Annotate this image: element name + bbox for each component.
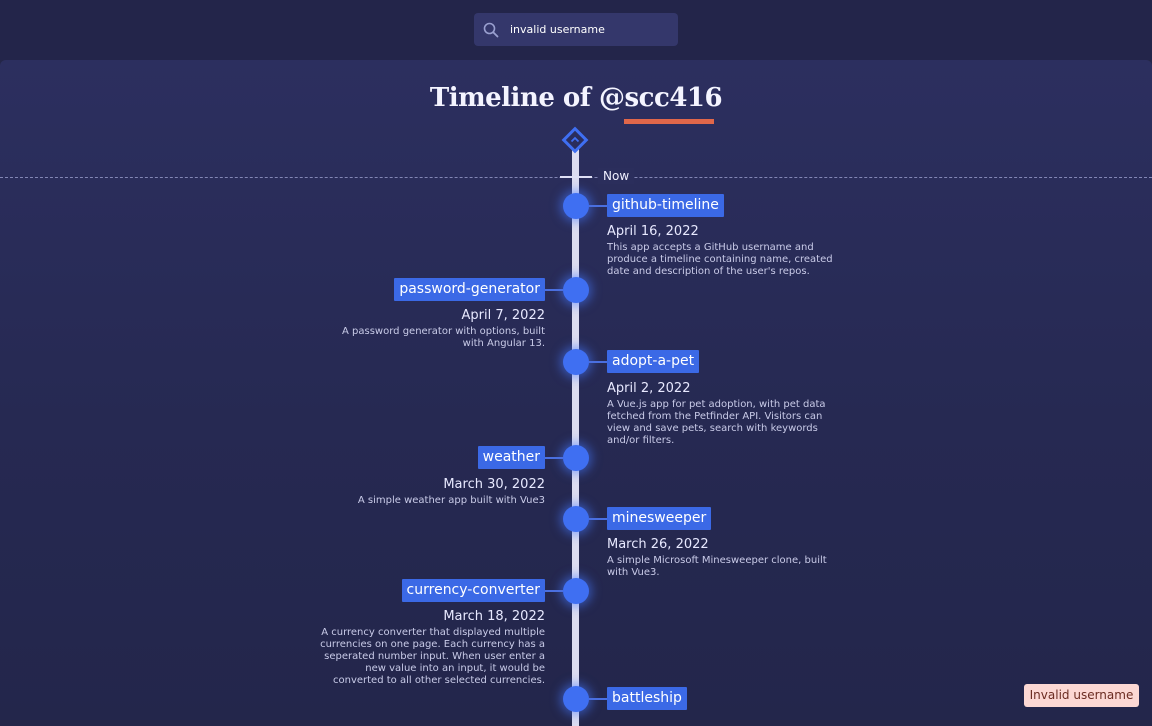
timeline-connector xyxy=(545,590,563,592)
timeline-connector xyxy=(589,518,607,520)
repo-date: April 7, 2022 xyxy=(461,308,545,323)
repo-tag[interactable]: minesweeper xyxy=(607,507,712,530)
repo-tag[interactable]: adopt-a-pet xyxy=(607,350,700,373)
page-title: Timeline of @scc416 xyxy=(0,83,1152,113)
repo-tag[interactable]: currency-converter xyxy=(401,579,545,602)
search-input[interactable] xyxy=(504,13,674,46)
timeline-node xyxy=(563,349,589,375)
timeline-node xyxy=(563,686,589,712)
repo-tag[interactable]: battleship xyxy=(607,687,687,710)
top-bar xyxy=(0,0,1152,60)
repo-description: A password generator with options, built… xyxy=(342,326,545,349)
timeline-node xyxy=(563,193,589,219)
title-handle: @scc416 xyxy=(599,83,723,113)
error-toast: Invalid username xyxy=(1024,684,1139,707)
repo-date: April 2, 2022 xyxy=(607,381,691,396)
timeline-connector xyxy=(545,457,563,459)
title-prefix: Timeline of xyxy=(429,83,600,113)
timeline-node xyxy=(563,277,589,303)
repo-tag[interactable]: github-timeline xyxy=(607,194,724,217)
repo-description: A Vue.js app for pet adoption, with pet … xyxy=(607,399,826,446)
timeline-connector xyxy=(589,361,607,363)
repo-tag[interactable]: weather xyxy=(477,446,545,469)
repo-description: A currency converter that displayed mult… xyxy=(320,627,545,686)
now-tick xyxy=(560,176,592,178)
timeline-connector xyxy=(589,698,607,700)
now-label: Now xyxy=(598,168,635,184)
timeline-spine xyxy=(572,146,579,726)
timeline-node xyxy=(563,578,589,604)
repo-description: A simple Microsoft Minesweeper clone, bu… xyxy=(607,555,827,578)
repo-tag[interactable]: password-generator xyxy=(394,278,545,301)
repo-date: March 18, 2022 xyxy=(443,609,545,624)
timeline-connector xyxy=(589,205,607,207)
timeline-connector xyxy=(545,289,563,291)
repo-date: March 30, 2022 xyxy=(443,477,545,492)
scroll-top-diamond-icon[interactable] xyxy=(561,126,589,154)
timeline-node xyxy=(563,445,589,471)
title-underline xyxy=(624,119,714,124)
search-box[interactable] xyxy=(474,13,678,46)
repo-date: April 16, 2022 xyxy=(607,224,699,239)
repo-description: This app accepts a GitHub username and p… xyxy=(607,242,833,277)
timeline-panel: Timeline of @scc416 Now github-timeline … xyxy=(0,60,1152,726)
repo-date: March 26, 2022 xyxy=(607,537,709,552)
search-icon xyxy=(483,22,499,38)
repo-description: A simple weather app built with Vue3 xyxy=(357,495,545,506)
timeline-node xyxy=(563,506,589,532)
